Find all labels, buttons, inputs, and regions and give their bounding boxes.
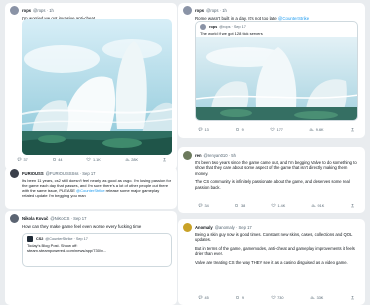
avatar[interactable] (10, 169, 19, 178)
like-button[interactable]: 177 (270, 127, 283, 132)
views-icon (310, 128, 314, 131)
share-button[interactable] (350, 127, 355, 132)
tweet-text: The CS community is infinitely passionat… (195, 179, 350, 190)
reply-icon (198, 127, 203, 132)
share-button[interactable] (350, 203, 355, 208)
tweet-card[interactable]: rops @rops · 1h I'm worried we got invas… (5, 3, 177, 170)
author-handle[interactable]: @renyan010 · 5h (204, 153, 236, 158)
avatar[interactable] (183, 223, 192, 232)
reply-icon (198, 203, 203, 208)
reply-button[interactable]: 45 (198, 295, 209, 300)
tweet-text: Its been 11 years, cs2 still doesn't fee… (22, 178, 172, 198)
views-icon (311, 204, 316, 207)
retweet-button[interactable]: 38 (234, 203, 245, 208)
quote-text: The world if we got 128 tick servers (200, 31, 263, 36)
quote-author-name: CS2 (36, 237, 44, 241)
tweet-actions: 34 38 1.4K 91K (198, 203, 355, 208)
author-handle[interactable]: @rops · 1h (33, 8, 54, 13)
reply-icon (17, 157, 22, 162)
avatar[interactable] (183, 6, 192, 15)
author-name[interactable]: ren (195, 153, 202, 158)
heart-icon (86, 157, 91, 162)
author-handle[interactable]: @anomaly · Sep 17 (215, 225, 252, 230)
avatar[interactable] (10, 6, 19, 15)
cs2-logo-icon (27, 236, 33, 242)
tweet-card[interactable]: Nikola Kovač @NiKoCS · Sep 17 How can th… (5, 211, 177, 305)
quote-author-name: rops (209, 25, 218, 29)
retweet-button[interactable]: 9 (235, 295, 244, 300)
author-handle[interactable]: @FURIOUSSSss · Sep 17 (46, 171, 96, 176)
heart-icon (271, 203, 276, 208)
retweet-button[interactable]: 44 (52, 157, 62, 162)
tweet-card[interactable]: ren @renyan010 · 5h It's been two years … (178, 147, 365, 213)
quote-author-handle: @rops · Sep 17 (219, 25, 246, 29)
retweet-icon (52, 158, 56, 161)
retweet-button[interactable]: 9 (235, 127, 244, 132)
tweet-text: Valve are treating CS the way THEY see i… (195, 259, 348, 265)
quote-tweet[interactable]: CS2 @CounterStrike · Sep 17 Today's Blog… (22, 233, 172, 267)
share-button[interactable] (350, 295, 355, 300)
tweet-text: But in terms of the game, gamemodes, ant… (195, 245, 355, 257)
views-button[interactable]: 9.6K (309, 127, 324, 132)
tweet-card[interactable]: Anomaly @anomaly · Sep 17 Being a skin g… (178, 219, 365, 305)
author-name[interactable]: Nikola Kovač (22, 216, 48, 221)
heart-icon (271, 295, 276, 300)
tweet-actions: 45 9 730 33K (198, 295, 355, 300)
views-button[interactable]: 91K (311, 203, 324, 208)
share-icon (162, 157, 166, 162)
author-name[interactable]: Anomaly (195, 225, 213, 230)
reply-icon (198, 295, 203, 300)
quote-author-handle: @CounterStrike · Sep 17 (45, 237, 88, 241)
tweet-actions: 37 44 1.1K 28K (17, 157, 167, 162)
author-handle[interactable]: @rops · 1h (206, 8, 227, 13)
retweet-icon (236, 128, 240, 131)
like-button[interactable]: 1.4K (271, 203, 285, 208)
tweet-image[interactable] (22, 19, 172, 155)
avatar (200, 24, 206, 30)
author-handle[interactable]: @NiKoCS · Sep 17 (50, 216, 86, 221)
tweet-text: It's been two years since the game came … (195, 160, 357, 176)
retweet-icon (236, 296, 240, 299)
share-button[interactable] (162, 157, 167, 162)
views-icon (125, 158, 129, 161)
reply-button[interactable]: 13 (198, 127, 209, 132)
tweet-actions: 13 9 177 9.6K (198, 127, 355, 132)
share-icon (350, 203, 354, 208)
views-button[interactable]: 28K (125, 157, 138, 162)
like-button[interactable]: 1.1K (86, 157, 101, 162)
like-button[interactable]: 730 (271, 295, 283, 300)
quote-image[interactable] (196, 37, 357, 120)
views-button[interactable]: 33K (310, 295, 323, 300)
avatar[interactable] (10, 214, 19, 223)
tweet-card[interactable]: FURIOUSS @FURIOUSSSss · Sep 17 Its been … (5, 167, 177, 209)
heart-icon (270, 127, 275, 132)
tweet-card[interactable]: rops @rops · 1h Rome wasn't built in a d… (178, 3, 365, 138)
author-name[interactable]: rops (22, 8, 31, 13)
author-name[interactable]: rops (195, 8, 204, 13)
reply-button[interactable]: 37 (17, 157, 28, 162)
tweet-text: Being a skin guy now is good times. Cons… (195, 232, 353, 243)
author-name[interactable]: FURIOUSS (22, 171, 44, 176)
views-icon (310, 296, 315, 299)
quote-link[interactable]: steam.steampowered.com/news/app/730/v... (27, 248, 167, 253)
avatar[interactable] (183, 151, 192, 160)
tweet-text: How can they make game feel even worse e… (22, 224, 142, 229)
reply-button[interactable]: 34 (198, 203, 209, 208)
retweet-icon (235, 204, 239, 207)
quote-tweet[interactable]: rops @rops · Sep 17 The world if we got … (195, 21, 358, 121)
share-icon (350, 295, 354, 300)
share-icon (350, 127, 354, 132)
